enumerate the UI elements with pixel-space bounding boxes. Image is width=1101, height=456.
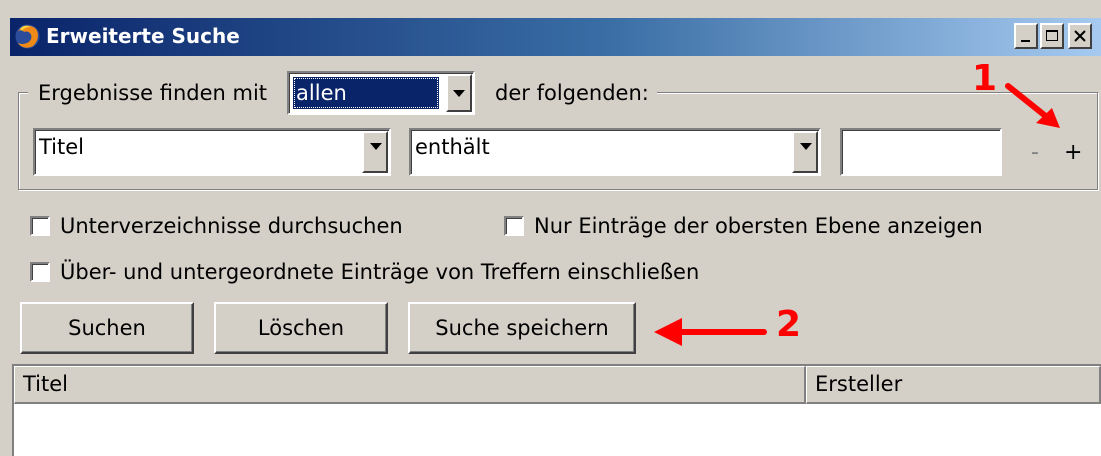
remove-condition-button[interactable]: - <box>1031 140 1039 165</box>
minimize-button[interactable] <box>1014 23 1038 49</box>
option-top-level[interactable]: Nur Einträge der obersten Ebene anzeigen <box>504 214 983 238</box>
column-header-creator[interactable]: Ersteller <box>806 366 1101 404</box>
annotation-arrow-icon <box>654 318 767 346</box>
match-prefix-label: Ergebnisse finden mit <box>38 81 268 105</box>
match-mode-value: allen <box>293 77 440 109</box>
operator-select[interactable]: enthält <box>409 128 821 176</box>
condition-value-input[interactable] <box>840 128 1002 176</box>
chevron-down-icon[interactable] <box>446 74 473 112</box>
include-related-label: Über- und untergeordnete Einträge von Tr… <box>60 260 700 284</box>
close-icon <box>1074 30 1086 42</box>
match-mode-select[interactable]: allen <box>287 71 476 115</box>
advanced-search-window: Erweiterte Suche Ergebnisse finden mit a… <box>0 0 1101 456</box>
results-list[interactable]: Titel Ersteller <box>12 364 1101 456</box>
option-subfolders[interactable]: Unterverzeichnisse durchsuchen <box>30 214 403 238</box>
maximize-icon <box>1046 30 1058 41</box>
annotation-arrow-icon <box>1005 83 1060 128</box>
annotation-marker-2: 2 <box>776 304 802 345</box>
top-level-label: Nur Einträge der obersten Ebene anzeigen <box>534 214 983 238</box>
save-search-button[interactable]: Suche speichern <box>408 302 636 354</box>
chevron-down-icon[interactable] <box>792 131 818 173</box>
include-related-checkbox[interactable] <box>30 262 50 282</box>
search-button[interactable]: Suchen <box>20 302 194 354</box>
annotation-marker-1: 1 <box>972 58 998 99</box>
minimize-icon <box>1021 40 1030 42</box>
subfolders-label: Unterverzeichnisse durchsuchen <box>60 214 403 238</box>
top-level-checkbox[interactable] <box>504 216 524 236</box>
field-select[interactable]: Titel <box>33 128 391 176</box>
option-include-related[interactable]: Über- und untergeordnete Einträge von Tr… <box>30 260 699 284</box>
firefox-icon <box>15 24 40 49</box>
window-title: Erweiterte Suche <box>46 24 240 48</box>
chevron-down-icon[interactable] <box>362 131 388 173</box>
column-header-title[interactable]: Titel <box>14 366 806 404</box>
match-condition-row: Ergebnisse finden mit allen der folgende… <box>28 71 657 115</box>
operator-select-value: enthält <box>415 135 490 159</box>
field-select-value: Titel <box>39 135 85 159</box>
clear-button[interactable]: Löschen <box>214 302 388 354</box>
title-bar[interactable]: Erweiterte Suche <box>10 18 1101 56</box>
add-condition-button[interactable]: + <box>1064 140 1082 165</box>
match-suffix-label: der folgenden: <box>495 81 649 105</box>
maximize-button[interactable] <box>1040 23 1064 49</box>
close-button[interactable] <box>1068 23 1092 49</box>
subfolders-checkbox[interactable] <box>30 216 50 236</box>
